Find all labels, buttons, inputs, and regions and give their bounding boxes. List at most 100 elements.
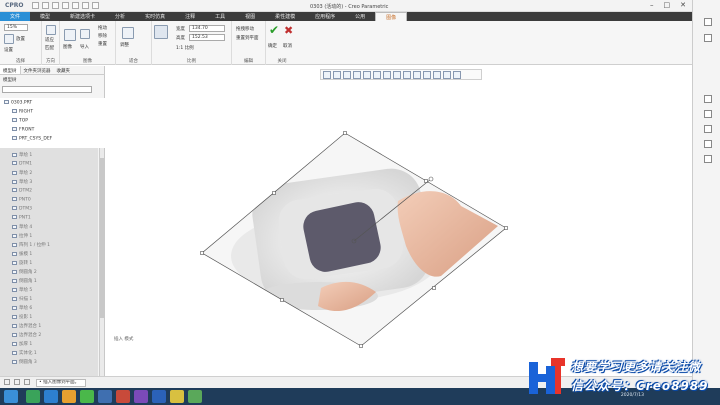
regenerate-icon[interactable] — [82, 2, 89, 9]
tab-annotate[interactable]: 注释 — [175, 12, 205, 21]
app-icon[interactable] — [170, 390, 184, 403]
tree-item[interactable]: 倒圆角 2 — [12, 269, 37, 275]
lock-ratio-icon[interactable] — [154, 25, 168, 39]
tab-model-tree[interactable]: 模型树 — [0, 66, 21, 74]
opacity-field[interactable]: 15% — [4, 24, 28, 31]
import-icon[interactable] — [80, 29, 90, 39]
tree-item[interactable]: PRT_CSYS_DEF — [12, 136, 52, 142]
app-icon[interactable] — [152, 390, 166, 403]
place-icon[interactable] — [4, 34, 14, 44]
maximize-button[interactable]: □ — [664, 1, 671, 9]
drag-move-button[interactable]: 拖拽移动 — [236, 26, 254, 32]
graphics-area[interactable]: 插入 模式 — [106, 66, 692, 376]
height-field[interactable]: 152.53 — [189, 34, 225, 41]
app-icon[interactable] — [44, 390, 58, 403]
tab-tools[interactable]: 工具 — [205, 12, 235, 21]
adjust-icon[interactable] — [122, 27, 134, 39]
app-icon[interactable] — [134, 390, 148, 403]
edge-handle-bottom-right[interactable] — [432, 286, 436, 290]
close-window-icon[interactable] — [92, 2, 99, 9]
tree-item[interactable]: RIGHT — [12, 109, 33, 115]
tree-item[interactable]: 草绘 5 — [12, 287, 32, 293]
import-button[interactable]: 导入 — [80, 44, 89, 50]
tree-item[interactable]: 拉伸 1 — [12, 233, 32, 239]
tree-item[interactable]: 旋转 1 — [12, 260, 32, 266]
set-button[interactable]: 设置 — [4, 47, 13, 53]
drag-button[interactable]: 拖动 — [98, 25, 107, 31]
tab-model[interactable]: 模型 — [30, 12, 60, 21]
image-icon[interactable] — [64, 29, 76, 41]
app-icon[interactable] — [116, 390, 130, 403]
tab-simulation[interactable]: 实时仿真 — [135, 12, 175, 21]
fit-icon[interactable] — [46, 25, 56, 35]
display-icon[interactable] — [704, 140, 712, 148]
redo-icon[interactable] — [72, 2, 79, 9]
tree-item[interactable]: PNT0 — [12, 197, 31, 203]
settings-icon[interactable] — [704, 34, 712, 42]
tree-item[interactable]: PNT1 — [12, 215, 31, 221]
open-file-icon[interactable] — [42, 2, 49, 9]
render-icon[interactable] — [704, 125, 712, 133]
tab-flexible-modeling[interactable]: 柔性建模 — [265, 12, 305, 21]
tree-item[interactable]: 拔模 1 — [12, 251, 32, 257]
app-icon[interactable] — [188, 390, 202, 403]
reset-to-plane-button[interactable]: 重置到平面 — [236, 35, 259, 41]
tree-item[interactable]: FRONT — [12, 127, 34, 133]
tree-item[interactable]: 倒圆角 1 — [12, 278, 37, 284]
corner-handle-bottom[interactable] — [359, 344, 363, 348]
tab-file[interactable]: 文件 — [0, 12, 31, 21]
app-icon[interactable] — [62, 390, 76, 403]
edge-handle-bottom-left[interactable] — [280, 298, 284, 302]
tree-item[interactable]: 阵列 1 / 拉伸 1 — [12, 242, 50, 248]
tree-item[interactable]: DTM2 — [12, 188, 32, 194]
status-icon[interactable] — [24, 379, 30, 385]
app-icon[interactable] — [26, 390, 40, 403]
tree-item[interactable]: 边界混合 2 — [12, 332, 41, 338]
corner-handle-top[interactable] — [343, 131, 347, 135]
tab-common[interactable]: 公用 — [345, 12, 375, 21]
tree-item[interactable]: 草绘 4 — [12, 224, 32, 230]
tree-item[interactable]: 投影 1 — [12, 314, 32, 320]
tree-item[interactable]: TOP — [12, 118, 28, 124]
app-icon[interactable] — [80, 390, 94, 403]
tab-image[interactable]: 图像 — [375, 12, 408, 21]
tree-item[interactable]: 草绘 1 — [12, 152, 32, 158]
tree-item[interactable]: 加厚 1 — [12, 341, 32, 347]
ok-check-icon[interactable]: ✔ — [269, 23, 279, 37]
width-field[interactable]: 134.70 — [189, 25, 225, 32]
tab-folder-browser[interactable]: 文件夹浏览器 — [21, 66, 54, 74]
properties-icon[interactable] — [704, 110, 712, 118]
app-icon[interactable] — [98, 390, 112, 403]
start-icon[interactable] — [4, 390, 18, 403]
tree-scrollbar[interactable] — [99, 148, 104, 376]
scale-button[interactable]: 1:1 比例 — [176, 45, 194, 51]
reset-button[interactable]: 重置 — [98, 41, 107, 47]
tab-favorites[interactable]: 收藏夹 — [54, 66, 74, 74]
tree-item[interactable]: DTM1 — [12, 161, 32, 167]
tree-item[interactable]: 实体化 1 — [12, 350, 37, 356]
edge-handle-top-left[interactable] — [272, 191, 276, 195]
image-button[interactable]: 图像 — [63, 44, 72, 50]
remove-button[interactable]: 移除 — [98, 33, 107, 39]
status-icon[interactable] — [14, 379, 20, 385]
image-canvas[interactable] — [106, 66, 692, 376]
tree-item[interactable]: 草绘 2 — [12, 170, 32, 176]
tree-item-root[interactable]: 0303.PRT — [4, 100, 32, 106]
search-icon[interactable] — [704, 18, 712, 26]
corner-handle-left[interactable] — [200, 251, 204, 255]
scrollbar-thumb[interactable] — [100, 158, 104, 318]
ok-button[interactable]: 确定 — [268, 43, 277, 49]
tree-item[interactable]: 扫描 1 — [12, 296, 32, 302]
edge-handle-top-right[interactable] — [424, 179, 428, 183]
tab-new[interactable]: 新建选项卡 — [60, 12, 105, 21]
tab-analysis[interactable]: 分析 — [105, 12, 135, 21]
rotate-handle[interactable] — [428, 176, 434, 182]
cancel-cross-icon[interactable]: ✖ — [284, 24, 293, 37]
tree-item[interactable]: 边界混合 1 — [12, 323, 41, 329]
cancel-button[interactable]: 取消 — [283, 43, 292, 49]
tree-item[interactable]: DTM3 — [12, 206, 32, 212]
save-icon[interactable] — [52, 2, 59, 9]
new-file-icon[interactable] — [32, 2, 39, 9]
tree-filter-input[interactable] — [2, 86, 92, 93]
undo-icon[interactable] — [62, 2, 69, 9]
